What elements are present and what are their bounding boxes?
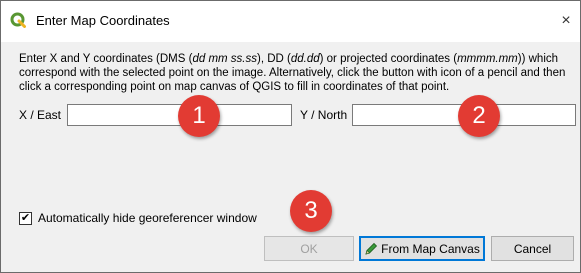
window-title: Enter Map Coordinates [36,13,170,28]
x-east-label: X / East [19,108,62,122]
instructions-part-1: Enter X and Y coordinates (DMS ( [19,53,193,65]
cancel-button-label: Cancel [513,241,552,256]
title-bar: Enter Map Coordinates × [0,0,581,42]
projected-format-text: mmmm.mm [457,53,518,65]
y-north-label: Y / North [300,108,348,122]
auto-hide-checkbox[interactable]: ✔ [19,212,32,225]
ok-button[interactable]: OK [264,236,354,261]
callout-badge-2: 2 [458,95,500,137]
callout-badge-1: 1 [178,95,220,137]
auto-hide-label: Automatically hide georeferencer window [38,211,257,225]
ok-button-label: OK [300,241,318,256]
dd-format-text: dd.dd [290,53,320,65]
instructions-part-3: ) or projected coordinates ( [319,53,458,65]
close-icon: × [561,12,571,29]
dms-format-text: dd mm ss.ss [192,53,257,65]
instructions-part-2: ), DD ( [257,53,291,65]
pencil-icon [365,242,378,255]
from-map-canvas-label: From Map Canvas [381,241,480,256]
qgis-logo-icon [10,12,26,28]
from-map-canvas-button[interactable]: From Map Canvas [359,236,485,261]
close-button[interactable]: × [551,0,581,42]
cancel-button[interactable]: Cancel [491,236,574,261]
checkmark-icon: ✔ [20,212,31,224]
callout-badge-3: 3 [290,190,332,232]
instructions-text: Enter X and Y coordinates (DMS (dd mm ss… [19,52,574,94]
